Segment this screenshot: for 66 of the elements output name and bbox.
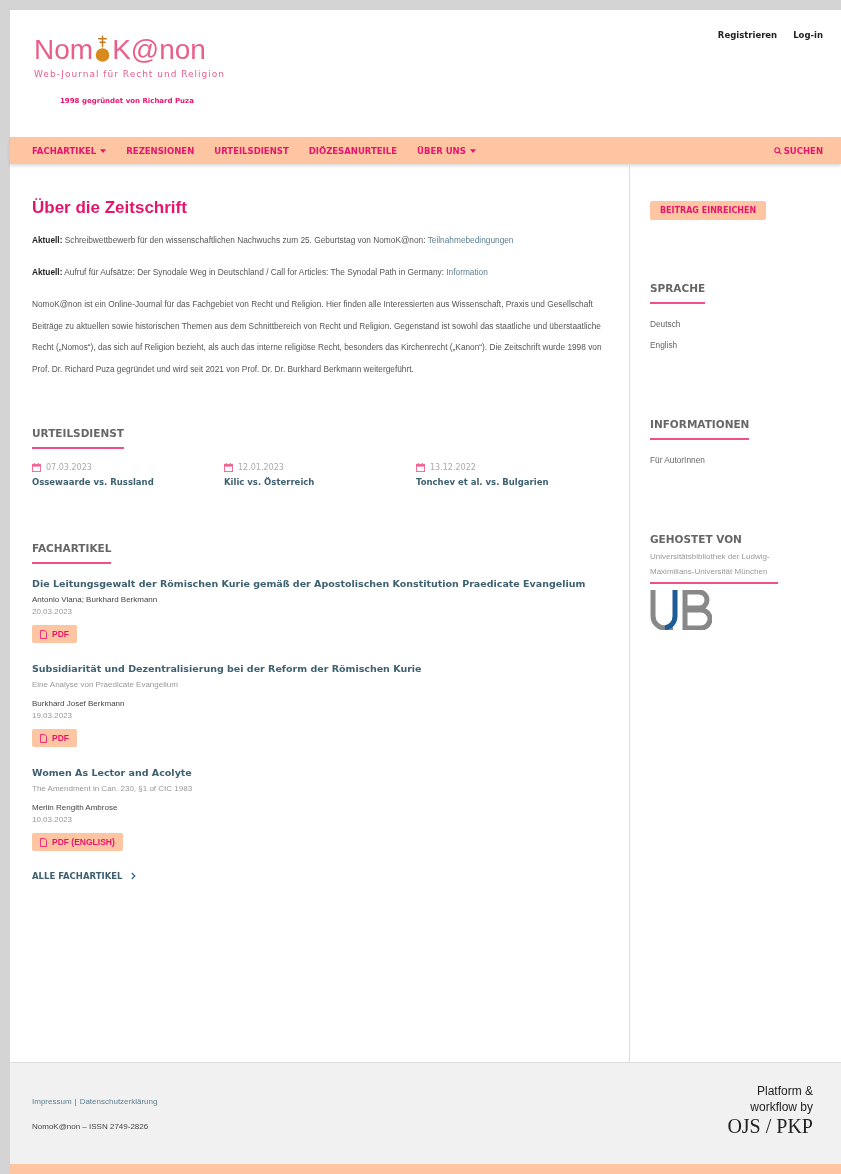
search-link[interactable]: SUCHEN bbox=[773, 145, 823, 156]
sidebar-heading: SPRACHE bbox=[650, 282, 706, 304]
file-icon bbox=[40, 837, 47, 847]
platform-text: Platform & workflow by bbox=[749, 1083, 813, 1115]
user-link[interactable]: Log-in bbox=[793, 30, 823, 137]
file-icon bbox=[40, 629, 47, 639]
ruling-link[interactable]: Tonchev et al. vs. Bulgarien bbox=[416, 477, 608, 487]
logo-text[interactable]: Nom bbox=[34, 36, 94, 64]
calendar-icon bbox=[32, 463, 41, 472]
user-link[interactable]: Registrieren bbox=[717, 30, 778, 137]
nav-item[interactable]: DIÖZESANURTEILE bbox=[308, 145, 397, 156]
library-logo-icon[interactable] bbox=[650, 590, 712, 630]
footer-link[interactable]: Datenschutzerklärung bbox=[79, 1097, 158, 1106]
pdf-button[interactable]: PDF bbox=[32, 729, 77, 747]
sidebar-heading: GEHOSTET VON bbox=[650, 533, 742, 545]
all-articles-link[interactable]: ALLE FACHARTIKEL bbox=[32, 871, 629, 881]
ruling-date: 07.03.2023 bbox=[46, 463, 92, 472]
article-title[interactable]: Subsidiarität und Dezentralisierung bei der Reform der Römischen Kurie bbox=[32, 663, 629, 674]
about-text: NomoK@non ist ein Online-Journal für das Fachgebiet von Recht und Religion. Hier finden alle Interessierten aus Wissenschaft, Praxis und Gesellschaft Beiträge zu aktuellen sowie historischen Themen aus dem Schnittbereich von Recht und Religion. Gegenstand ist sowohl das staatliche und überstaatliche Recht („Nomos“), das sich auf Religion bezieht, als auch das interne religiöse Recht, besonders das Kirchenrecht („Kanon“). Die Zeitschrift wurde 1998 von Prof. Dr. Richard Puza gegründet und wird seit 2021 von Prof. Dr. Dr. Burkhard Berkmann weitergeführt. bbox=[32, 298, 603, 376]
article-title[interactable]: Die Leitungsgewalt der Römischen Kurie gemäß der Apostolischen Konstitution Praedicate Evangelium bbox=[32, 578, 629, 589]
nav-item[interactable]: URTEILSDIENST bbox=[214, 145, 289, 156]
language-link[interactable]: Deutsch bbox=[650, 314, 841, 335]
chevron-icon bbox=[131, 872, 137, 880]
caret-icon bbox=[469, 148, 476, 153]
orb-icon bbox=[94, 34, 112, 64]
nav-item[interactable]: ÜBER UNS bbox=[417, 145, 476, 156]
caret-icon bbox=[100, 148, 107, 153]
article-authors: Burkhard Josef Berkmann bbox=[32, 699, 126, 708]
pdf-button[interactable]: PDF bbox=[32, 625, 77, 643]
notice-link[interactable]: Information bbox=[446, 267, 488, 277]
ruling-date: 12.01.2023 bbox=[238, 463, 284, 472]
tagline: Web-Journal für Recht und Religion bbox=[34, 69, 225, 79]
ruling-link[interactable]: Kilic vs. Österreich bbox=[224, 477, 416, 487]
info-link[interactable]: Für AutorInnen bbox=[650, 450, 841, 471]
article-date: 10.03.2023 bbox=[32, 815, 74, 824]
page-title: Über die Zeitschrift bbox=[32, 198, 188, 218]
footer-link[interactable]: Impressum bbox=[32, 1097, 72, 1106]
submit-button[interactable]: BEITRAG EINREICHEN bbox=[650, 201, 767, 220]
article-title[interactable]: Women As Lector and Acolyte bbox=[32, 767, 629, 778]
ruling-date: 13.12.2022 bbox=[430, 463, 476, 472]
calendar-icon bbox=[224, 463, 233, 472]
sidebar-heading: INFORMATIONEN bbox=[650, 418, 750, 440]
article-date: 20.03.2023 bbox=[32, 607, 74, 616]
nav-item[interactable]: FACHARTIKEL bbox=[32, 145, 107, 156]
platform-logo[interactable]: OJS / PKP bbox=[727, 1115, 813, 1137]
pdf-button[interactable]: PDF (ENGLISH) bbox=[32, 833, 123, 851]
nav-item[interactable]: REZENSIONEN bbox=[126, 145, 195, 156]
notice-text: Aktuell: Aufruf für Aufsätze: Der Synodale Weg in Deutschland / Call for Articles: The Synodal Path in Germany: Information bbox=[32, 266, 489, 279]
section-heading: URTEILSDIENST bbox=[32, 427, 124, 449]
article-date: 19.03.2023 bbox=[32, 711, 74, 720]
article-subtitle: The Amendment in Can. 230, §1 of CIC 1983 bbox=[32, 784, 194, 793]
separator: | bbox=[74, 1097, 77, 1106]
notice-link[interactable]: Teilnahmebedingungen bbox=[427, 235, 514, 245]
calendar-icon bbox=[416, 463, 425, 472]
search-icon bbox=[773, 146, 782, 155]
file-icon bbox=[40, 733, 47, 743]
issn-text: NomoK@non – ISSN 2749-2826 bbox=[32, 1122, 150, 1131]
article-authors: Merlin Rengith Ambrose bbox=[32, 803, 119, 812]
language-link[interactable]: English bbox=[650, 335, 841, 356]
host-link[interactable]: Universitätsbibliothek der Ludwig-Maximilians-Universität München bbox=[650, 549, 778, 579]
notice-text: Aktuell: Schreibwettbewerb für den wissenschaftlichen Nachwuchs zum 25. Geburtstag von NomoK@non: Teilnahmebedingungen bbox=[32, 234, 515, 247]
ruling-link[interactable]: Ossewaarde vs. Russland bbox=[32, 477, 224, 487]
section-heading: FACHARTIKEL bbox=[32, 542, 112, 564]
logo-text[interactable]: K@non bbox=[112, 36, 206, 64]
article-authors: Antonio Viana; Burkhard Berkmann bbox=[32, 595, 159, 604]
article-subtitle: Eine Analyse von Praedicate Evangelium bbox=[32, 680, 179, 689]
